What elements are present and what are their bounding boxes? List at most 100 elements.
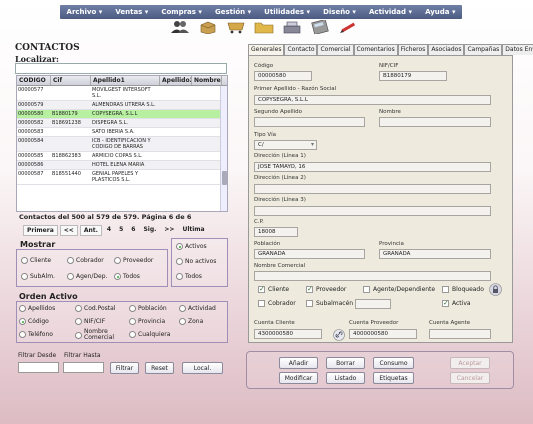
checkbox[interactable] (258, 300, 265, 307)
radio-dot[interactable] (129, 318, 136, 325)
modify-button[interactable]: Modificar (279, 372, 318, 384)
list-button[interactable]: Listado (326, 372, 365, 384)
menu-ayuda[interactable]: Ayuda ▾ (425, 8, 455, 16)
local-button[interactable]: Local. (182, 362, 223, 374)
radio-orden-codigo[interactable]: Código (19, 318, 49, 325)
link-icon[interactable] (333, 329, 345, 341)
checkbox[interactable] (258, 285, 265, 293)
check-bloqueado[interactable]: Bloqueado (442, 286, 484, 293)
checkbox[interactable] (306, 285, 313, 293)
radio-dot[interactable] (179, 305, 186, 312)
page-first-button[interactable]: Primera (23, 225, 58, 236)
table-row[interactable]: 00000587 B18551440 GENIAL PAPELES Y PLASTI… (17, 170, 227, 185)
scrollbar-thumb[interactable] (222, 171, 227, 185)
page-prev-fast-button[interactable]: << (59, 225, 78, 236)
apellido1-field[interactable]: COPYSEGRA, S.L.L (254, 95, 491, 105)
radio-orden-telefono[interactable]: Teléfono (19, 331, 53, 338)
radio-mostrar-agendep[interactable]: Agen/Dep. (67, 273, 107, 280)
radio-orden-provincia[interactable]: Provincia (129, 318, 165, 325)
accept-button[interactable]: Aceptar (450, 357, 490, 369)
check-agente[interactable]: Agente/Dependiente (363, 286, 435, 293)
column-header-cif[interactable]: Cif (51, 76, 91, 85)
cuenta-cliente-field[interactable]: 4300000580 (254, 329, 322, 339)
table-scrollbar[interactable] (220, 86, 227, 211)
radio-orden-poblacion[interactable]: Población (129, 305, 167, 312)
menu-utilidades[interactable]: Utilidades ▾ (264, 8, 310, 16)
users-icon[interactable] (169, 20, 191, 34)
comercial-field[interactable] (254, 271, 491, 281)
radio-orden-nifcif[interactable]: NIF/CIF (75, 318, 105, 325)
check-cliente[interactable]: Cliente (258, 285, 289, 293)
filter-from-input[interactable] (18, 362, 59, 373)
nif-field[interactable]: B1880179 (379, 71, 447, 81)
folder-icon[interactable] (253, 20, 275, 34)
radio-estado-todos[interactable]: Todos (176, 273, 202, 280)
checkbox[interactable] (442, 286, 449, 293)
tab-contacto[interactable]: Contacto (284, 44, 318, 55)
radio-dot[interactable] (114, 257, 121, 264)
dir3-field[interactable] (254, 206, 491, 216)
cp-field[interactable]: 18008 (254, 227, 298, 237)
table-row[interactable]: 00000577 MOVILGEST INTERSOFT S.L. (17, 86, 227, 101)
radio-dot[interactable] (75, 331, 82, 339)
menu-ventas[interactable]: Ventas ▾ (115, 8, 148, 16)
apellido2-field[interactable] (254, 117, 365, 127)
tab-campanas[interactable]: Campañas (464, 44, 503, 55)
shopping-cart-icon[interactable] (225, 20, 247, 34)
menu-diseno[interactable]: Diseño ▾ (323, 8, 356, 16)
radio-dot[interactable] (179, 318, 186, 325)
radio-dot[interactable] (176, 273, 183, 280)
cuenta-agente-field[interactable] (429, 329, 491, 339)
pen-icon[interactable] (337, 20, 359, 34)
tab-comentarios[interactable]: Comentarios (353, 44, 398, 55)
radio-mostrar-cliente[interactable]: Cliente (21, 257, 51, 264)
cash-register-icon[interactable] (281, 20, 303, 34)
search-input[interactable] (15, 63, 227, 74)
radio-dot[interactable] (67, 257, 74, 264)
radio-mostrar-proveedor[interactable]: Proveedor (114, 257, 153, 264)
column-header-apellido2[interactable]: Apellido2 (160, 76, 192, 85)
radio-dot[interactable] (19, 305, 26, 312)
filter-to-input[interactable] (63, 362, 104, 373)
radio-orden-apellidos[interactable]: Apellidos (19, 305, 55, 312)
menu-compras[interactable]: Compras ▾ (161, 8, 202, 16)
consumption-button[interactable]: Consumo (373, 357, 414, 369)
tab-ficheros[interactable]: Ficheros (397, 44, 429, 55)
column-header-nombre[interactable]: Nombre (192, 76, 222, 85)
radio-dot[interactable] (19, 318, 26, 325)
radio-orden-codpostal[interactable]: Cod.Postal (75, 305, 115, 312)
calculator-icon[interactable] (309, 20, 331, 34)
page-prev-button[interactable]: Ant. (79, 225, 102, 236)
radio-dot[interactable] (67, 273, 74, 280)
page-5-link[interactable]: 5 (116, 225, 126, 236)
tab-asociados[interactable]: Asociados (428, 44, 465, 55)
dir1-field[interactable]: JOSE TAMAYO, 16 (254, 162, 491, 172)
radio-mostrar-todos[interactable]: Todos (114, 273, 140, 280)
check-activa[interactable]: Activa (442, 299, 471, 307)
radio-dot[interactable] (21, 257, 28, 264)
table-row[interactable]: 00000584 ICB - IDENTIFICACION Y CODIGO DE… (17, 137, 227, 152)
radio-orden-zona[interactable]: Zona (179, 318, 203, 325)
table-row[interactable]: 00000586 HOTEL ELENA MARIA (17, 161, 227, 170)
check-proveedor[interactable]: Proveedor (306, 285, 346, 293)
codigo-field[interactable]: 00000580 (254, 71, 312, 81)
table-row[interactable]: 00000580 B1880179 COPYSEGRA, S.L.L (17, 110, 227, 119)
radio-dot[interactable] (75, 318, 82, 325)
radio-dot[interactable] (75, 305, 82, 312)
check-subalmacen[interactable]: Subalmacén (306, 300, 353, 307)
radio-dot[interactable] (114, 273, 121, 280)
tipovia-select[interactable]: C/ (254, 140, 317, 150)
tab-generales[interactable]: Generales (248, 44, 285, 55)
cuenta-proveedor-field[interactable]: 4000000580 (349, 329, 417, 339)
checkbox[interactable] (442, 299, 449, 307)
subalmacen-field[interactable] (355, 299, 391, 309)
filter-button[interactable]: Filtrar (110, 362, 139, 374)
page-next-button[interactable]: Sig. (140, 225, 159, 236)
cancel-button[interactable]: Cancelar (450, 372, 490, 384)
column-header-apellido1[interactable]: Apellido1 (91, 76, 160, 85)
add-button[interactable]: Añadir (279, 357, 318, 369)
page-last-button[interactable]: Ultima (179, 225, 207, 236)
delete-button[interactable]: Borrar (326, 357, 365, 369)
radio-orden-nombre-comercial[interactable]: Nombre Comercial (75, 329, 123, 341)
reset-button[interactable]: Reset (145, 362, 174, 374)
